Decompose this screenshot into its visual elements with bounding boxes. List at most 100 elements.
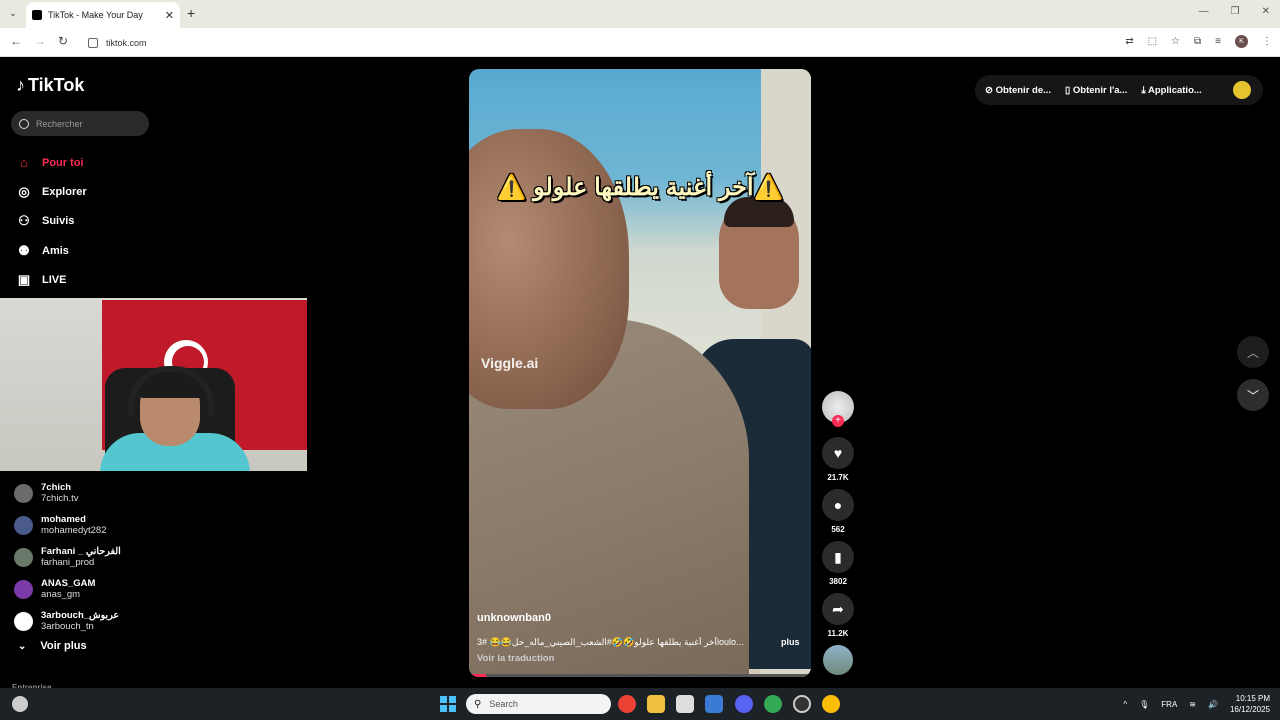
following-account[interactable]: Farhani _ الفرحاني farhani_prod — [14, 541, 121, 573]
webcam-overlay — [0, 298, 307, 471]
back-icon[interactable]: ← — [10, 34, 22, 48]
url-text: tiktok.com — [106, 37, 147, 48]
close-tab-icon[interactable]: ✕ — [165, 9, 174, 22]
clock-date: 16/12/2025 — [1229, 705, 1270, 714]
video-player[interactable]: ⚠️آخر أغنية يطلقها علولو ⚠️ Viggle.ai un… — [469, 69, 811, 677]
chrome-icon[interactable] — [618, 695, 636, 713]
get-app-label: Obtenir l'a... — [1072, 84, 1128, 96]
obs-icon[interactable] — [793, 695, 811, 713]
account-handle: 7chich.tv — [41, 493, 79, 504]
account-name: ANAS_GAM — [41, 578, 96, 589]
volume-icon[interactable]: 🔊 — [1208, 700, 1218, 709]
nav-label: Pour toi — [42, 156, 84, 169]
taskbar-search-placeholder: Search — [489, 699, 518, 709]
nav-explore[interactable]: ◎ Explorer — [16, 177, 87, 206]
clock[interactable]: 10:15 PM 16/12/2025 — [1230, 693, 1270, 715]
share-button[interactable]: ➦ — [822, 593, 854, 625]
user-avatar[interactable] — [1233, 81, 1251, 99]
discord-icon[interactable] — [735, 695, 753, 713]
reading-list-icon[interactable]: ≡ — [1215, 36, 1221, 47]
url-field[interactable]: tiktok.com — [82, 32, 1092, 53]
tiktok-logo[interactable]: ♪ TikTok — [16, 75, 84, 96]
reload-icon[interactable]: ↻ — [58, 34, 68, 48]
following-account[interactable]: 7chich 7chich.tv — [14, 477, 121, 509]
language-indicator[interactable]: FRA — [1161, 700, 1177, 709]
nav-label: LIVE — [42, 273, 67, 286]
video-progress-bar[interactable] — [469, 674, 811, 677]
search-icon: ⚲ — [474, 698, 482, 710]
like-action: ♥ 21.7K — [822, 437, 854, 483]
site-info-icon[interactable] — [88, 37, 98, 48]
action-rail: + ♥ 21.7K ● 562 ▮ 3802 ➦ 11.2K — [822, 391, 854, 675]
chevron-down-icon: ﹀ — [1246, 388, 1259, 403]
translate-icon[interactable]: ⇄ — [1125, 36, 1133, 47]
account-avatar — [14, 483, 33, 503]
friends-icon: ⚉ — [18, 242, 30, 258]
windows-taskbar: ⚲ Search ^ 🎙 FRA ≋ 🔊 10:15 PM 16/12/2025 — [0, 688, 1280, 720]
account-handle: anas_gm — [41, 589, 81, 600]
taskbar-search[interactable]: ⚲ Search — [466, 694, 611, 714]
account-avatar — [14, 579, 33, 599]
nav-label: Suivis — [42, 215, 75, 228]
microphone-icon[interactable]: 🎙 — [1139, 700, 1149, 709]
extensions-icon[interactable]: ⧉ — [1194, 36, 1201, 47]
chrome-active-icon[interactable] — [764, 695, 782, 713]
share-arrow-icon: ➦ — [832, 600, 844, 617]
tiktok-favicon-icon — [32, 10, 42, 20]
browser-menu-icon[interactable]: ⋮ — [1262, 36, 1272, 47]
address-bar-row: ← → ↻ tiktok.com ⇄ ⬚ ☆ ⧉ ≡ K ⋮ — [0, 28, 1280, 57]
account-handle: 3arbouch_tn — [41, 621, 94, 632]
profile-avatar[interactable]: K — [1235, 35, 1248, 48]
browser-tab[interactable]: TikTok - Make Your Day ✕ — [26, 2, 180, 28]
follow-plus-icon[interactable]: + — [832, 415, 844, 427]
nav-label: Explorer — [42, 185, 87, 198]
new-tab-icon[interactable]: + — [187, 5, 195, 21]
file-explorer-icon[interactable] — [647, 695, 665, 713]
share-action: ➦ 11.2K — [822, 593, 854, 639]
wifi-icon[interactable]: ≋ — [1189, 700, 1196, 709]
nav-following[interactable]: ⚇ Suivis — [16, 207, 87, 236]
nav-for-you[interactable]: ⌂ Pour toi — [16, 148, 87, 177]
get-coins-button[interactable]: ⊘ Obtenir de... — [985, 85, 1051, 96]
tray-overflow-icon[interactable]: ^ — [1123, 700, 1127, 709]
creator-avatar[interactable]: + — [822, 391, 854, 427]
search-icon — [19, 118, 29, 129]
get-coins-label: Obtenir de... — [995, 84, 1052, 96]
desktop-app-button[interactable]: ⤓ Applicatio... — [1141, 85, 1201, 96]
following-account[interactable]: mohamed mohamedyt282 — [14, 509, 121, 541]
music-disc[interactable] — [823, 645, 853, 675]
scroll-up-button[interactable]: ︿ — [1237, 336, 1269, 368]
save-button[interactable]: ▮ — [822, 541, 854, 573]
caption-more-button[interactable]: plus — [781, 637, 800, 647]
widgets-icon[interactable] — [12, 696, 28, 712]
nav-friends[interactable]: ⚉ Amis — [16, 236, 87, 265]
forward-icon[interactable]: → — [34, 34, 46, 48]
save-action: ▮ 3802 — [822, 541, 854, 587]
video-username[interactable]: unknownban0 — [477, 612, 551, 624]
start-button[interactable] — [440, 696, 456, 712]
comment-button[interactable]: ● — [822, 489, 854, 521]
search-placeholder: Rechercher — [36, 118, 83, 129]
install-app-icon[interactable]: ⬚ — [1148, 36, 1157, 47]
search-input[interactable]: Rechercher — [11, 111, 149, 136]
following-account[interactable]: ANAS_GAM anas_gm — [14, 573, 121, 605]
chevron-up-icon: ︿ — [1246, 345, 1259, 360]
close-window-icon[interactable]: ✕ — [1262, 6, 1270, 17]
app-icon[interactable] — [705, 695, 723, 713]
video-progress-fill — [469, 674, 487, 677]
account-handle: farhani_prod — [41, 557, 95, 568]
scroll-down-button[interactable]: ﹀ — [1237, 379, 1269, 411]
get-app-button[interactable]: ▯ Obtenir l'a... — [1065, 85, 1127, 96]
chrome-profile-icon[interactable] — [822, 695, 840, 713]
bookmark-star-icon[interactable]: ☆ — [1171, 36, 1180, 47]
browser-tab-strip: ⌄ TikTok - Make Your Day ✕ + — ❐ ✕ — [0, 0, 1280, 28]
tab-search-icon[interactable]: ⌄ — [6, 6, 20, 20]
nav-live[interactable]: ▣ LIVE — [16, 265, 87, 294]
maximize-icon[interactable]: ❐ — [1231, 6, 1240, 17]
store-icon[interactable] — [676, 695, 694, 713]
like-button[interactable]: ♥ — [822, 437, 854, 469]
see-translation-link[interactable]: Voir la traduction — [477, 653, 554, 664]
following-account[interactable]: 3arbouch_عربوش 3arbouch_tn — [14, 605, 121, 637]
minimize-icon[interactable]: — — [1199, 6, 1209, 17]
see-more-button[interactable]: ⌄ Voir plus — [18, 640, 87, 652]
